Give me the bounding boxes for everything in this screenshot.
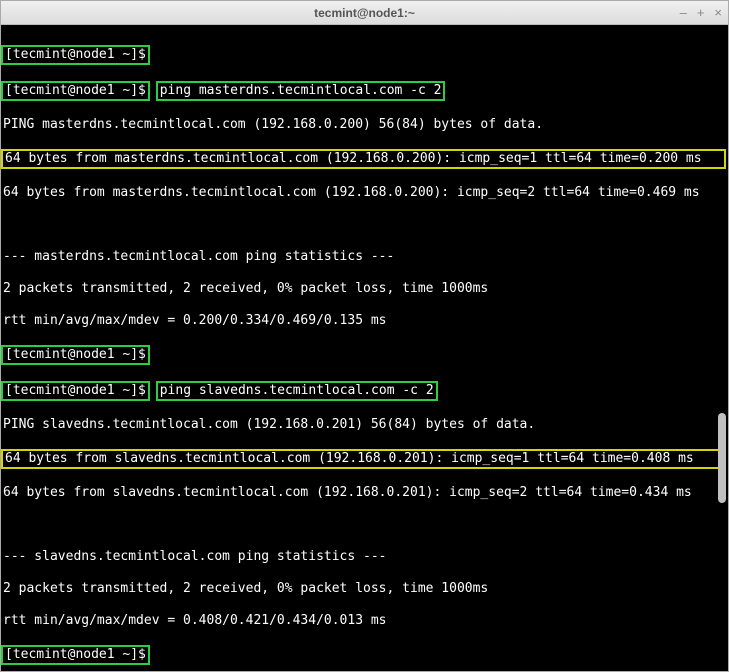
prompt-box: [tecmint@node1 ~]$ — [1, 381, 150, 401]
terminal-window: tecmint@node1:~ – + × [tecmint@node1 ~]$… — [0, 0, 729, 672]
prompt-box: [tecmint@node1 ~]$ — [1, 81, 150, 101]
terminal-body[interactable]: [tecmint@node1 ~]$ [tecmint@node1 ~]$ pi… — [1, 25, 728, 671]
window-title: tecmint@node1:~ — [314, 6, 415, 20]
maximize-button[interactable]: + — [697, 5, 705, 20]
command-box-1: ping masterdns.tecmintlocal.com -c 2 — [156, 81, 446, 101]
ping-reply-2b: 64 bytes from slavedns.tecmintlocal.com … — [3, 485, 726, 501]
prompt-box: [tecmint@node1 ~]$ — [1, 345, 150, 365]
ping-stats-1a: --- masterdns.tecmintlocal.com ping stat… — [3, 249, 726, 265]
ping-header-2: PING slavedns.tecmintlocal.com (192.168.… — [3, 417, 726, 433]
ping-header-1: PING masterdns.tecmintlocal.com (192.168… — [3, 117, 726, 133]
ping-reply-highlight-1: 64 bytes from masterdns.tecmintlocal.com… — [1, 149, 726, 169]
command-box-2: ping slavedns.tecmintlocal.com -c 2 — [156, 381, 438, 401]
ping-reply-highlight-2: 64 bytes from slavedns.tecmintlocal.com … — [1, 449, 726, 469]
minimize-button[interactable]: – — [680, 5, 687, 20]
titlebar[interactable]: tecmint@node1:~ – + × — [1, 1, 728, 25]
prompt-box: [tecmint@node1 ~]$ — [1, 45, 150, 65]
scrollbar[interactable] — [718, 413, 726, 503]
ping-reply-1b: 64 bytes from masterdns.tecmintlocal.com… — [3, 185, 726, 201]
ping-stats-2b: 2 packets transmitted, 2 received, 0% pa… — [3, 581, 726, 597]
prompt-box: [tecmint@node1 ~]$ — [1, 645, 150, 665]
window-controls: – + × — [680, 5, 722, 20]
ping-stats-2c: rtt min/avg/max/mdev = 0.408/0.421/0.434… — [3, 613, 726, 629]
ping-stats-1b: 2 packets transmitted, 2 received, 0% pa… — [3, 281, 726, 297]
close-button[interactable]: × — [714, 5, 722, 20]
ping-stats-1c: rtt min/avg/max/mdev = 0.200/0.334/0.469… — [3, 313, 726, 329]
ping-stats-2a: --- slavedns.tecmintlocal.com ping stati… — [3, 549, 726, 565]
